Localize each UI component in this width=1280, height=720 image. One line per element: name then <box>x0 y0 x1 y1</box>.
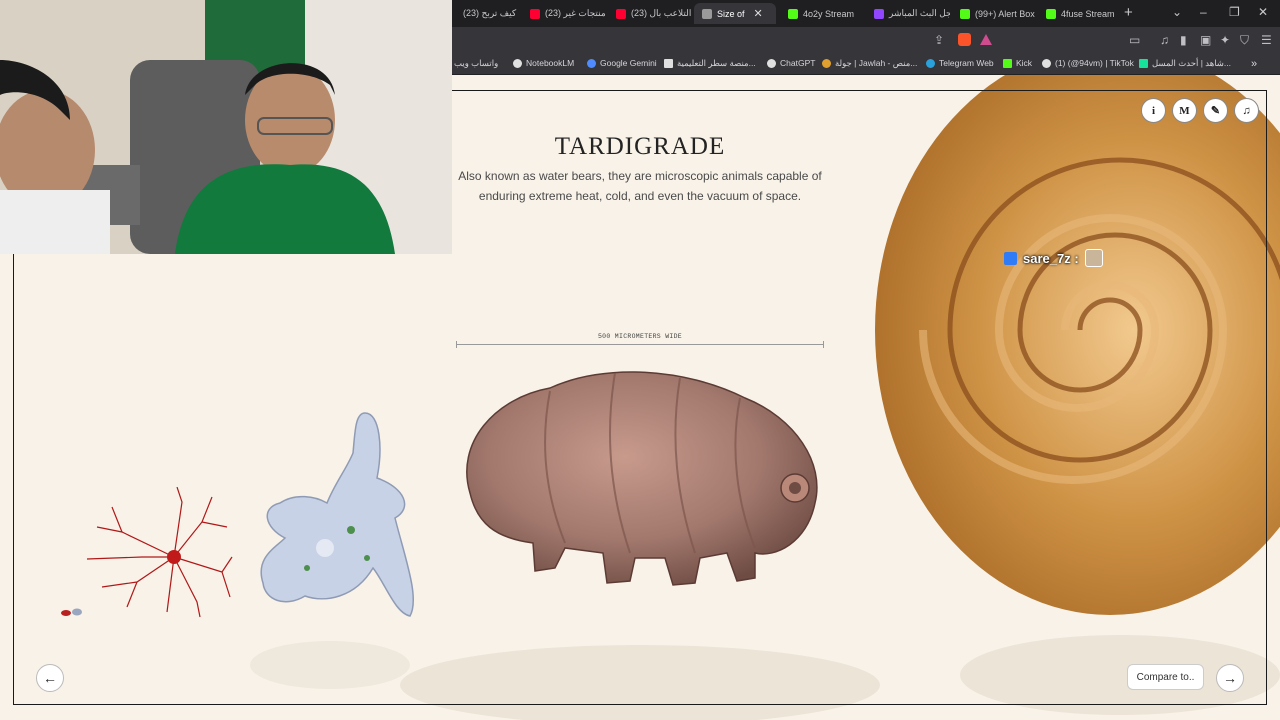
bookmark-item[interactable]: (1)‏ (@94vm) | TikTok <box>1042 58 1134 68</box>
brave-shield-icon[interactable] <box>958 33 971 46</box>
screen: كيف تربح (23) منتجات غير (23) التلاعب با… <box>0 0 1280 720</box>
tardigrade-illustration <box>466 371 818 586</box>
close-tab-icon[interactable]: ✕ <box>754 7 763 20</box>
blood-cells-illustration <box>61 608 82 616</box>
tab-item[interactable]: (99+) Alert Box <box>952 3 1036 24</box>
youtube-icon <box>616 8 626 19</box>
previous-button[interactable]: ← <box>36 664 64 692</box>
tab-title: التلاعب بال (23) <box>631 8 692 18</box>
tab-title: 4o2y Stream <box>803 8 855 19</box>
next-button[interactable]: → <box>1216 664 1244 692</box>
bookmark-item[interactable]: NotebookLM <box>513 58 574 68</box>
bookmark-label: واتساب ويب <box>454 58 499 68</box>
tab-item[interactable]: التلاعب بال (23) <box>608 3 694 24</box>
sidebar-icon[interactable]: ▭ <box>1129 33 1140 47</box>
bookmark-label: جولة | Jawlah - منص... <box>835 58 918 68</box>
bookmark-label: Google Gemini <box>600 58 657 68</box>
chat-username: sare_7z : <box>1023 250 1079 266</box>
webcam-video <box>0 0 452 254</box>
globe-icon <box>1042 58 1051 68</box>
compare-button[interactable]: Compare to.. <box>1127 664 1204 690</box>
wallet-icon[interactable]: ▣ <box>1200 33 1211 47</box>
chat-username-overlay: sare_7z : <box>1004 247 1103 269</box>
menu-icon[interactable]: ☰ <box>1261 33 1272 47</box>
media-icon[interactable]: ♫ <box>1160 33 1169 47</box>
tab-item[interactable]: منتجات غير (23) <box>522 3 608 24</box>
gemini-icon <box>587 58 596 68</box>
bookmark-item[interactable]: منصة سطر التعليمية... <box>664 58 756 69</box>
bookmark-item[interactable]: شاهد | أحدث المسل... <box>1139 58 1231 69</box>
arrow-right-icon: → <box>1223 670 1237 686</box>
snail-shell-illustration <box>875 75 1280 615</box>
twitch-icon <box>874 8 884 19</box>
tab-item[interactable]: كيف تربح (23) <box>455 3 521 24</box>
music-button[interactable]: ♫ <box>1234 98 1259 123</box>
bookmark-item[interactable]: Kick <box>1003 58 1032 68</box>
tab-title: 4fuse Stream <box>1061 8 1115 19</box>
info-icon: i <box>1151 104 1156 117</box>
jawlah-icon <box>822 59 831 68</box>
notebooklm-icon <box>513 58 522 68</box>
tab-search-icon[interactable]: ⌄ <box>1172 5 1182 19</box>
vpn-icon[interactable]: ⛉ <box>1240 33 1249 48</box>
shahid-icon <box>1139 59 1148 68</box>
info-button[interactable]: i <box>1141 98 1166 123</box>
muted-speaker-icon <box>702 8 712 19</box>
bookmark-item[interactable]: جولة | Jawlah - منص... <box>822 58 917 69</box>
share-icon[interactable]: ⇪ <box>934 33 944 47</box>
bookmark-item[interactable]: ChatGPT <box>767 58 815 68</box>
tab-item-active[interactable]: Size of ✕ <box>694 3 776 24</box>
document-icon <box>664 59 673 68</box>
tab-title: سجل البث المباشر <box>889 8 950 18</box>
bookmark-label: NotebookLM <box>526 58 575 68</box>
youtube-icon <box>530 8 540 19</box>
tab-title: (99+) Alert Box <box>975 8 1035 19</box>
badge-icon <box>1004 251 1017 265</box>
brave-rewards-icon[interactable] <box>980 34 992 45</box>
amoeba-illustration <box>260 412 414 617</box>
organism-description: Also known as water bears, they are micr… <box>458 169 822 203</box>
ai-icon[interactable]: ✦ <box>1220 33 1230 47</box>
medium-icon: M <box>1179 104 1190 117</box>
bookmark-label: شاهد | أحدث المسل... <box>1152 58 1232 68</box>
reader-icon[interactable]: ▮ <box>1180 33 1187 47</box>
bookmark-item[interactable]: Telegram Web <box>926 58 994 68</box>
tab-item[interactable]: 4o2y Stream <box>780 3 862 24</box>
tab-item[interactable]: سجل البث المباشر <box>866 3 950 24</box>
kick-icon <box>788 8 798 19</box>
arrow-left-icon: ← <box>43 670 57 686</box>
restore-icon[interactable]: ❐ <box>1229 5 1240 19</box>
pencil-button[interactable]: ✎ <box>1203 98 1228 123</box>
scale-bar <box>456 341 824 348</box>
kick-icon <box>1046 8 1056 19</box>
organism-title: TARDIGRADE <box>554 133 726 160</box>
music-icon: ♫ <box>1242 104 1251 117</box>
tab-title: Size of <box>717 8 745 19</box>
scale-label: 500 MICROMETERS WIDE <box>597 333 682 340</box>
bookmark-item[interactable]: Google Gemini <box>587 58 657 68</box>
avatar <box>1084 249 1103 267</box>
close-window-icon[interactable]: ✕ <box>1258 5 1268 19</box>
bookmark-label: (1)‏ (@94vm) | TikTok <box>1055 58 1134 68</box>
tab-title: منتجات غير (23) <box>545 8 606 18</box>
pencil-icon: ✎ <box>1210 105 1221 117</box>
medium-button[interactable]: M <box>1172 98 1197 123</box>
more-bookmarks-icon[interactable]: » <box>1251 58 1257 70</box>
bookmark-label: منصة سطر التعليمية... <box>677 58 756 68</box>
bookmark-item[interactable]: واتساب ويب <box>454 58 498 69</box>
kick-icon <box>960 8 970 19</box>
chatgpt-icon <box>767 58 776 68</box>
webcam-overlay <box>0 0 452 254</box>
neuron-illustration <box>86 487 233 618</box>
bookmark-label: Telegram Web <box>939 58 994 68</box>
bookmark-label: Kick <box>1016 58 1033 68</box>
bookmark-label: ChatGPT <box>780 58 816 68</box>
telegram-icon <box>926 58 935 68</box>
tab-title: كيف تربح (23) <box>463 8 517 18</box>
new-tab-icon[interactable]: + <box>1124 4 1133 21</box>
tab-item[interactable]: 4fuse Stream <box>1038 3 1118 24</box>
minimize-icon[interactable]: – <box>1200 5 1207 19</box>
kick-icon <box>1003 58 1012 68</box>
